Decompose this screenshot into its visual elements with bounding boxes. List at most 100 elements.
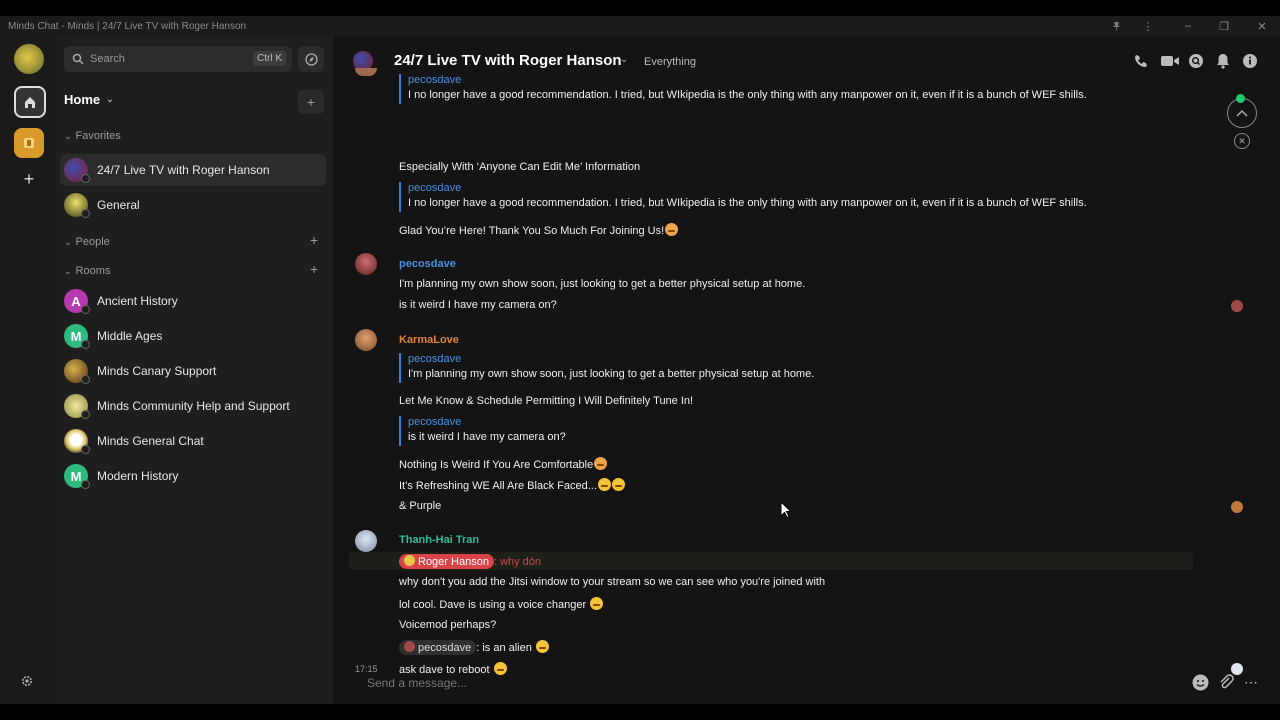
mention-row: Roger Hanson: why dón <box>399 554 541 569</box>
search-shortcut: Ctrl K <box>253 51 286 66</box>
unread-indicator <box>1236 94 1245 103</box>
composer-placeholder[interactable]: Send a message... <box>367 676 467 690</box>
compass-icon <box>304 52 318 66</box>
reply-quote[interactable]: pecosdave is it weird I have my camera o… <box>399 416 566 446</box>
sender-avatar[interactable] <box>355 530 377 552</box>
message-text: I'm planning my own show soon, just look… <box>399 278 806 290</box>
minds-space-icon[interactable] <box>14 128 44 158</box>
search-icon <box>72 53 84 65</box>
window-titlebar: Minds Chat - Minds | 24/7 Live TV with R… <box>0 16 1280 36</box>
quote-sender: pecosdave <box>408 416 462 428</box>
space-rail: + <box>0 36 56 704</box>
room-name: Minds Community Help and Support <box>97 399 290 413</box>
people-label: People <box>75 236 110 248</box>
room-item-general[interactable]: General <box>60 189 326 221</box>
room-name: Minds Canary Support <box>97 364 217 378</box>
read-receipt-avatar[interactable] <box>1231 300 1243 312</box>
room-avatar <box>64 394 90 419</box>
sender-name[interactable]: Thanh-Hai Tran <box>399 534 479 546</box>
mention-pill[interactable]: pecosdave <box>399 640 477 655</box>
mention-name: Roger Hanson <box>418 556 489 568</box>
chevron-down-icon[interactable]: ⌄ <box>620 54 628 65</box>
bottom-letterbox <box>0 704 1280 720</box>
message-row: Nothing Is Weird If You Are Comfortable <box>399 457 608 471</box>
room-title[interactable]: 24/7 Live TV with Roger Hanson <box>394 52 622 69</box>
pin-icon[interactable] <box>1104 16 1128 36</box>
room-avatar: A <box>64 289 90 314</box>
room-search-icon[interactable] <box>1187 52 1205 70</box>
window-title: Minds Chat - Minds | 24/7 Live TV with R… <box>8 20 247 32</box>
more-options-icon[interactable]: ⋯ <box>1244 674 1258 691</box>
message-text: Voicemod perhaps? <box>399 619 497 631</box>
sender-avatar[interactable] <box>355 329 377 351</box>
settings-icon[interactable] <box>20 674 34 693</box>
room-avatar <box>64 359 90 384</box>
voice-call-icon[interactable] <box>1132 52 1150 70</box>
mention-row: pecosdave: is an alien <box>399 640 549 655</box>
room-item-ancient-history[interactable]: A Ancient History <box>60 285 326 317</box>
add-room-section-button[interactable]: + <box>310 261 318 277</box>
mention-avatar <box>404 555 415 566</box>
reply-quote[interactable]: pecosdave I'm planning my own show soon,… <box>399 353 814 383</box>
read-receipt-avatar[interactable] <box>1231 501 1243 513</box>
quote-sender: pecosdave <box>408 74 462 86</box>
message-row: It’s Refreshing WE All Are Black Faced..… <box>399 478 625 492</box>
attachment-icon[interactable] <box>1218 674 1234 696</box>
minimize-icon[interactable]: – <box>1176 16 1200 36</box>
user-avatar[interactable] <box>14 44 44 74</box>
reply-quote[interactable]: pecosdave I no longer have a good recomm… <box>399 182 1087 212</box>
quote-body: I no longer have a good recommendation. … <box>408 197 1087 209</box>
home-space-icon[interactable] <box>14 86 46 118</box>
people-section[interactable]: ⌄ People <box>64 236 110 248</box>
room-name: Ancient History <box>97 294 178 308</box>
quote-body: I no longer have a good recommendation. … <box>408 89 1087 101</box>
explore-rooms-button[interactable] <box>298 46 324 72</box>
room-name: Minds General Chat <box>97 434 204 448</box>
search-box[interactable]: Search Ctrl K <box>64 46 292 72</box>
room-avatar <box>64 158 90 183</box>
room-item-247-live-tv[interactable]: 24/7 Live TV with Roger Hanson <box>60 154 326 186</box>
message-text: & Purple <box>399 500 442 512</box>
favorites-label: Favorites <box>75 130 121 142</box>
sender-avatar[interactable] <box>355 253 377 275</box>
room-item-middle-ages[interactable]: M Middle Ages <box>60 320 326 352</box>
maximize-icon[interactable]: ❐ <box>1212 16 1236 36</box>
mention-pill[interactable]: Roger Hanson <box>399 554 494 569</box>
dismiss-unread-icon[interactable]: ✕ <box>1234 133 1250 149</box>
create-space-icon[interactable]: + <box>14 164 44 194</box>
room-item-minds-community-help[interactable]: Minds Community Help and Support <box>60 390 326 422</box>
home-header[interactable]: Home ⌄ <box>64 92 114 107</box>
search-placeholder: Search <box>90 53 125 65</box>
reply-quote[interactable]: pecosdave I no longer have a good recomm… <box>399 74 1087 104</box>
message-composer[interactable]: Send a message... ⋯ <box>333 664 1280 704</box>
window-menu-icon[interactable]: ⋮ <box>1136 16 1160 36</box>
quote-body: is it weird I have my camera on? <box>408 431 566 443</box>
room-item-minds-canary-support[interactable]: Minds Canary Support <box>60 355 326 387</box>
room-item-minds-general-chat[interactable]: Minds General Chat <box>60 425 326 457</box>
app: + Search Ctrl K Home ⌄ + ⌄ Favorites 24/… <box>0 36 1280 704</box>
emoji-picker-icon[interactable] <box>1192 674 1209 696</box>
message-text: Glad You’re Here! Thank You So Much For … <box>399 225 665 237</box>
rooms-section[interactable]: ⌄ Rooms <box>64 265 110 277</box>
room-name: 24/7 Live TV with Roger Hanson <box>97 163 270 177</box>
close-window-icon[interactable]: ✕ <box>1250 16 1274 36</box>
smiling-hearts-emoji-icon <box>594 457 608 470</box>
sender-name[interactable]: pecosdave <box>399 258 456 270</box>
add-room-button[interactable]: + <box>298 90 324 114</box>
favorites-section[interactable]: ⌄ Favorites <box>64 130 121 142</box>
smiling-hearts-emoji-icon <box>665 223 679 236</box>
chevron-up-icon <box>1236 109 1248 117</box>
add-person-button[interactable]: + <box>310 232 318 248</box>
video-call-icon[interactable] <box>1159 52 1181 70</box>
room-avatar: M <box>64 464 90 489</box>
room-list-panel: Search Ctrl K Home ⌄ + ⌄ Favorites 24/7 … <box>56 36 333 704</box>
room-item-modern-history[interactable]: M Modern History <box>60 460 326 492</box>
quote-sender: pecosdave <box>408 182 462 194</box>
room-avatar: M <box>64 324 90 349</box>
notifications-icon[interactable] <box>1214 52 1232 70</box>
sender-name[interactable]: KarmaLove <box>399 334 459 346</box>
room-name: Middle Ages <box>97 329 163 343</box>
message-text: Nothing Is Weird If You Are Comfortable <box>399 459 594 471</box>
rolling-laughing-emoji-icon <box>590 597 604 610</box>
room-info-icon[interactable] <box>1241 52 1259 70</box>
